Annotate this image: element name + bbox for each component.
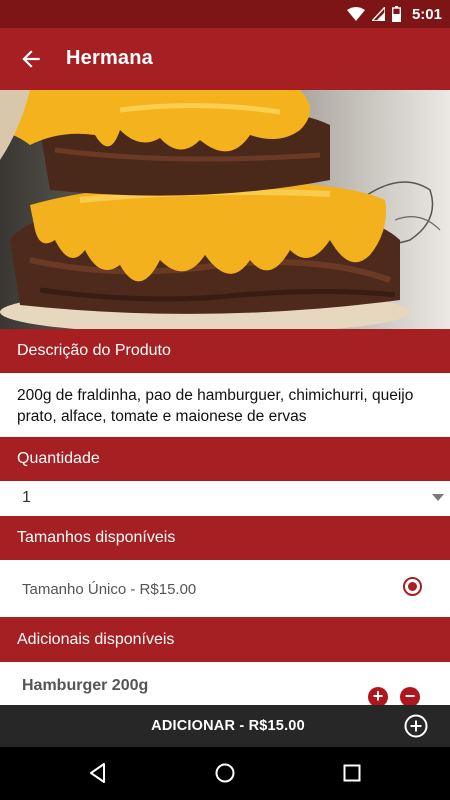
- description-header: Descrição do Produto: [0, 329, 450, 373]
- addons-header: Adicionais disponíveis: [0, 617, 450, 662]
- addons-header-label: Adicionais disponíveis: [17, 630, 175, 648]
- battery-icon: [391, 6, 401, 22]
- nav-recents-icon[interactable]: [340, 761, 364, 785]
- size-option-label: Tamanho Único - R$15.00: [22, 581, 197, 598]
- addon-minus-button[interactable]: −: [400, 687, 420, 706]
- product-description: 200g de fraldinha, pao de hamburguer, ch…: [0, 373, 450, 436]
- system-nav-bar: [0, 747, 450, 800]
- quantity-header: Quantidade: [0, 437, 450, 481]
- page-title: Hermana: [66, 47, 153, 69]
- product-image: [0, 90, 450, 329]
- status-icons: 5:01: [346, 4, 442, 24]
- sizes-header: Tamanhos disponíveis: [0, 516, 450, 560]
- nav-home-icon[interactable]: [213, 761, 237, 785]
- quantity-select[interactable]: 1: [0, 481, 450, 516]
- status-bar: 5:01: [0, 0, 450, 28]
- addon-name: Hamburger 200g: [22, 677, 149, 694]
- quantity-header-label: Quantidade: [17, 450, 100, 467]
- add-to-cart-bar[interactable]: ADICIONAR - R$15.00: [0, 705, 450, 747]
- dropdown-arrow-icon: [432, 494, 444, 501]
- add-to-cart-label: ADICIONAR - R$15.00: [151, 718, 305, 734]
- wifi-icon: [346, 7, 365, 21]
- addon-item: Hamburger 200g + −: [0, 662, 450, 706]
- sizes-header-label: Tamanhos disponíveis: [17, 529, 176, 546]
- size-radio-button[interactable]: [403, 577, 422, 596]
- status-time: 5:01: [411, 5, 442, 23]
- quantity-value: 1: [22, 489, 31, 506]
- arrow-back-icon[interactable]: [18, 46, 44, 72]
- add-circle-icon[interactable]: [404, 714, 428, 738]
- app-bar: Hermana: [0, 28, 450, 90]
- size-option[interactable]: Tamanho Único - R$15.00: [0, 560, 450, 617]
- nav-back-icon[interactable]: [86, 761, 110, 785]
- addon-plus-button[interactable]: +: [368, 687, 388, 706]
- signal-icon: [371, 7, 385, 21]
- description-header-label: Descrição do Produto: [17, 342, 171, 359]
